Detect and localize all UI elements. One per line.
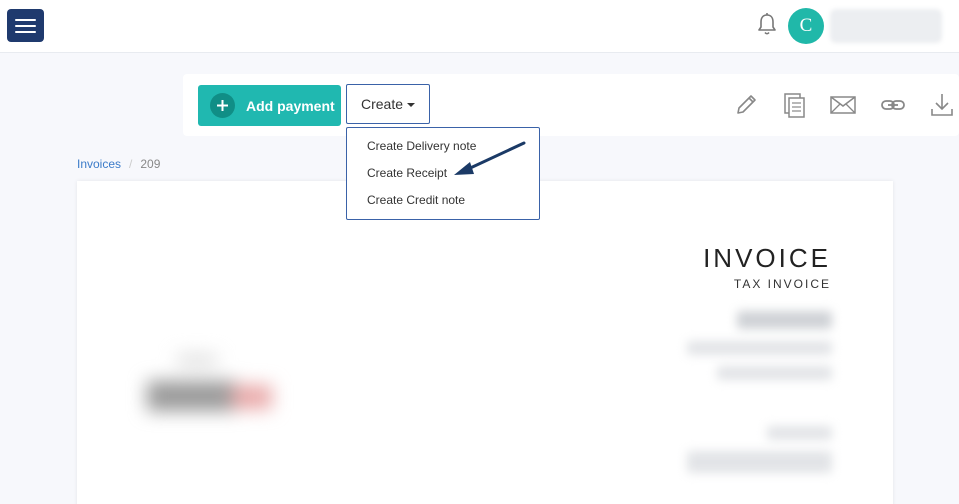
caret-down-icon	[407, 103, 416, 107]
company-details-redacted	[717, 366, 832, 380]
user-avatar[interactable]: C	[788, 8, 824, 44]
menu-item-create-credit-note[interactable]: Create Credit note	[347, 191, 539, 218]
link-icon[interactable]	[880, 92, 906, 118]
invoice-subtitle: TAX INVOICE	[733, 277, 831, 291]
hamburger-menu-icon	[15, 18, 36, 21]
company-logo-redacted	[137, 341, 297, 431]
invoice-toolbar: Add payment Create	[183, 74, 959, 136]
breadcrumb-separator: /	[129, 157, 133, 171]
email-envelope-icon[interactable]	[830, 92, 856, 118]
hamburger-menu-button[interactable]	[7, 9, 44, 42]
company-details-redacted	[737, 311, 832, 329]
create-dropdown-button[interactable]: Create	[346, 84, 430, 124]
username-redacted[interactable]	[830, 9, 942, 43]
breadcrumb: Invoices / 209	[77, 157, 160, 171]
create-label: Create	[360, 96, 404, 112]
menu-item-create-delivery-note[interactable]: Create Delivery note	[347, 137, 539, 164]
invoice-title: INVOICE	[703, 243, 831, 273]
plus-icon	[210, 93, 235, 118]
invoice-document: INVOICE TAX INVOICE	[77, 181, 893, 504]
create-dropdown-menu: Create Delivery note Create Receipt Crea…	[346, 127, 540, 220]
edit-pencil-icon[interactable]	[733, 92, 759, 118]
company-details-redacted	[767, 426, 832, 440]
copy-document-icon[interactable]	[782, 92, 808, 118]
hamburger-line	[15, 30, 36, 33]
bell-icon[interactable]	[756, 12, 778, 36]
menu-item-create-receipt[interactable]: Create Receipt	[347, 164, 539, 191]
add-payment-label: Add payment	[246, 97, 335, 114]
hamburger-line	[15, 24, 36, 27]
top-navigation-bar: C	[0, 0, 959, 53]
download-icon[interactable]	[929, 92, 955, 118]
breadcrumb-invoices-link[interactable]: Invoices	[77, 157, 121, 171]
add-payment-button[interactable]: Add payment	[198, 85, 341, 126]
company-details-redacted	[687, 451, 832, 473]
breadcrumb-current: 209	[140, 157, 161, 171]
company-details-redacted	[687, 341, 832, 355]
